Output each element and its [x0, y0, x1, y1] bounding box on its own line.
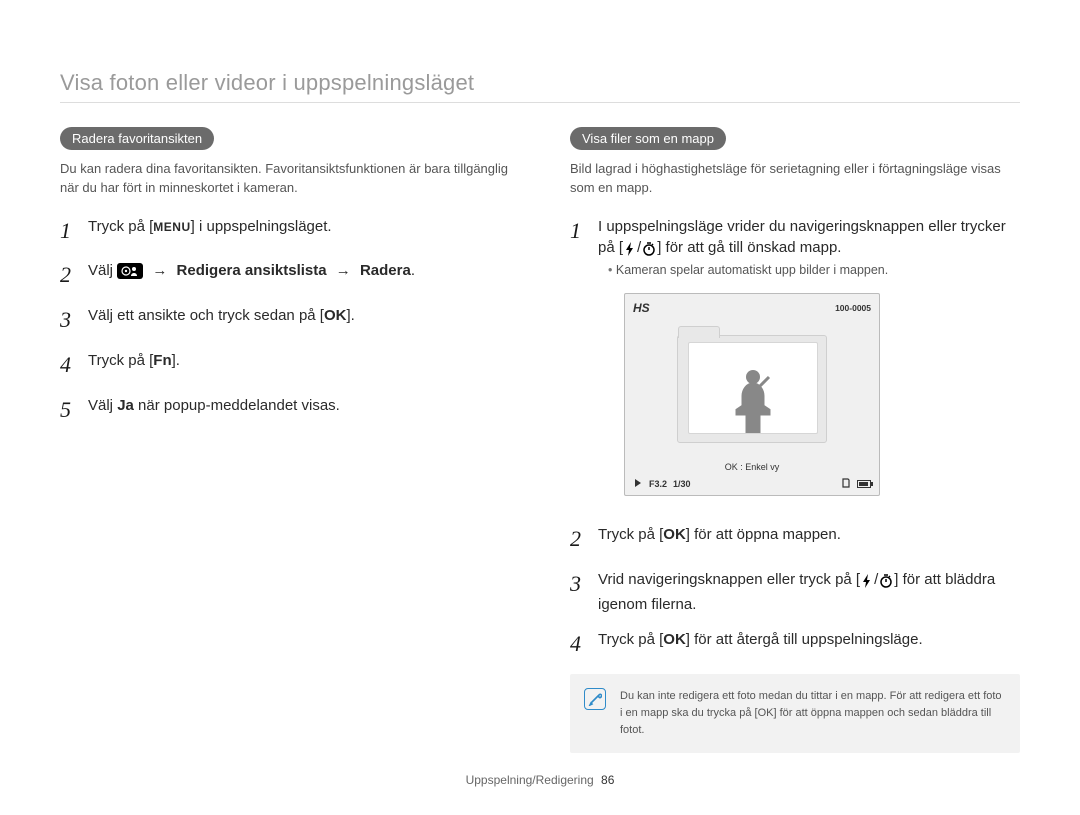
footer-label: Uppspelning/Redigering	[466, 773, 594, 787]
step-bold: Redigera ansiktslista	[177, 262, 327, 279]
right-column: Visa filer som en mapp Bild lagrad i hög…	[570, 127, 1020, 753]
step-text: Tryck på [	[598, 631, 663, 648]
step-text: ].	[172, 352, 180, 369]
shutter-value: 1/30	[673, 478, 691, 491]
page-number: 86	[601, 773, 614, 787]
menu-icon: MENU	[153, 220, 190, 234]
page-footer: Uppspelning/Redigering 86	[60, 753, 1020, 787]
sd-icon	[841, 478, 851, 492]
steps-right: I uppspelningsläge vrider du navigerings…	[570, 216, 1020, 660]
thumbnail	[688, 342, 818, 434]
step-text: när popup-meddelandet visas.	[134, 397, 340, 414]
step-text: Vrid navigeringsknappen eller tryck på [	[598, 571, 860, 588]
section-pill-folder-view: Visa filer som en mapp	[570, 127, 726, 150]
preview-caption: OK : Enkel vy	[633, 461, 871, 474]
flash-icon	[861, 573, 873, 594]
slash: /	[874, 571, 878, 588]
section-pill-delete-favorites: Radera favoritansikten	[60, 127, 214, 150]
file-id: 100-0005	[835, 303, 871, 315]
step-text: ] för att öppna mappen.	[686, 526, 841, 543]
battery-icon	[857, 480, 871, 488]
tip-box: Du kan inte redigera ett foto medan du t…	[570, 674, 1020, 753]
folder-icon	[677, 335, 827, 443]
timer-icon	[642, 241, 656, 262]
step-text: Välj ett ansikte och tryck sedan på [	[88, 307, 324, 324]
section-desc: Du kan radera dina favoritansikten. Favo…	[60, 160, 510, 198]
step-text: Välj	[88, 262, 117, 279]
flash-icon	[624, 241, 636, 262]
step-text: ] för att gå till önskad mapp.	[657, 239, 841, 256]
step-text: ].	[346, 307, 354, 324]
note-icon	[584, 688, 606, 710]
step-text: Tryck på [	[88, 218, 153, 235]
ok-icon: OK	[324, 307, 347, 324]
gear-person-icon	[117, 263, 143, 279]
step-text: Tryck på [	[598, 526, 663, 543]
page-title: Visa foton eller videor i uppspelningslä…	[60, 70, 1020, 103]
play-icon	[633, 478, 643, 492]
steps-left: Tryck på [MENU] i uppspelningsläget. Väl…	[60, 216, 510, 426]
step-bold: Ja	[117, 397, 134, 414]
step-text: ] i uppspelningsläget.	[191, 218, 332, 235]
step-note: Kameran spelar automatiskt upp bilder i …	[598, 262, 1020, 280]
left-column: Radera favoritansikten Du kan radera din…	[60, 127, 510, 753]
slash: /	[637, 239, 641, 256]
timer-icon	[879, 573, 893, 594]
ok-icon: OK	[663, 631, 686, 648]
step-bold: Radera	[360, 262, 411, 279]
step-text: Tryck på [	[88, 352, 153, 369]
arrow-icon: →	[336, 262, 351, 279]
step-text: ] för att återgå till uppspelningsläge.	[686, 631, 923, 648]
aperture-value: F3.2	[649, 478, 667, 491]
arrow-icon: →	[152, 262, 167, 279]
ok-icon: OK	[663, 526, 686, 543]
camera-screen-preview: HS 100-0005	[624, 293, 880, 496]
tip-text: Du kan inte redigera ett foto medan du t…	[620, 688, 1006, 739]
hs-badge: HS	[633, 300, 650, 317]
section-desc: Bild lagrad i höghastighetsläge för seri…	[570, 160, 1020, 198]
step-text: Välj	[88, 397, 117, 414]
fn-icon: Fn	[153, 352, 171, 369]
